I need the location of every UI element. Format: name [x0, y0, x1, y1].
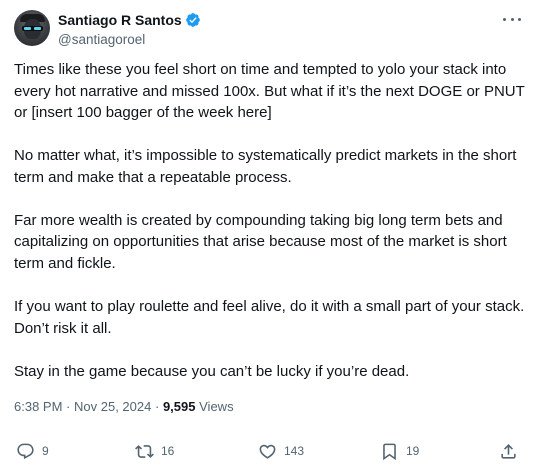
meta-separator: · [66, 399, 71, 414]
views-count[interactable]: 9,595 [163, 399, 196, 414]
tweet-time[interactable]: 6:38 PM [14, 399, 62, 414]
like-button[interactable]: 143 [258, 438, 304, 464]
avatar-glasses [22, 26, 43, 31]
meta-separator: · [154, 399, 160, 414]
avatar[interactable] [14, 10, 50, 46]
author-handle[interactable]: @santiagoroel [58, 31, 201, 49]
author-display-name[interactable]: Santiago R Santos [58, 11, 182, 29]
repost-button[interactable]: 16 [135, 438, 174, 464]
author-name-row: Santiago R Santos [58, 11, 201, 29]
more-options-icon[interactable] [503, 12, 521, 26]
tweet-paragraph: If you want to play roulette and feel al… [14, 298, 525, 337]
tweet-paragraph: No matter what, it’s impossible to syste… [14, 147, 517, 186]
reply-button[interactable]: 9 [16, 438, 49, 464]
repost-count: 16 [161, 444, 175, 458]
repost-icon [135, 442, 154, 461]
like-count: 143 [284, 444, 305, 458]
tweet-paragraph: Far more wealth is created by compoundin… [14, 211, 507, 272]
like-icon [258, 442, 277, 461]
views-label: Views [199, 399, 234, 414]
action-bar: 9 16 143 19 [14, 438, 522, 464]
tweet-date[interactable]: Nov 25, 2024 [74, 399, 151, 414]
tweet-text: Times like these you feel short on time … [14, 59, 526, 382]
bookmark-icon [380, 442, 399, 461]
tweet-paragraph: Times like these you feel short on time … [14, 61, 525, 121]
verified-badge-icon[interactable] [185, 12, 201, 28]
tweet-paragraph: Stay in the game because you can’t be lu… [14, 362, 410, 380]
bookmark-button[interactable]: 19 [380, 438, 419, 464]
tweet-meta: 6:38 PM · Nov 25, 2024 · 9,595 Views [14, 398, 234, 416]
author-names: Santiago R Santos @santiagoroel [58, 11, 201, 49]
tweet-header: Santiago R Santos @santiagoroel [14, 10, 525, 50]
bookmark-count: 19 [406, 444, 420, 458]
reply-count: 9 [42, 444, 49, 458]
share-button[interactable] [499, 438, 518, 464]
share-icon [499, 442, 518, 461]
reply-icon [16, 442, 35, 461]
